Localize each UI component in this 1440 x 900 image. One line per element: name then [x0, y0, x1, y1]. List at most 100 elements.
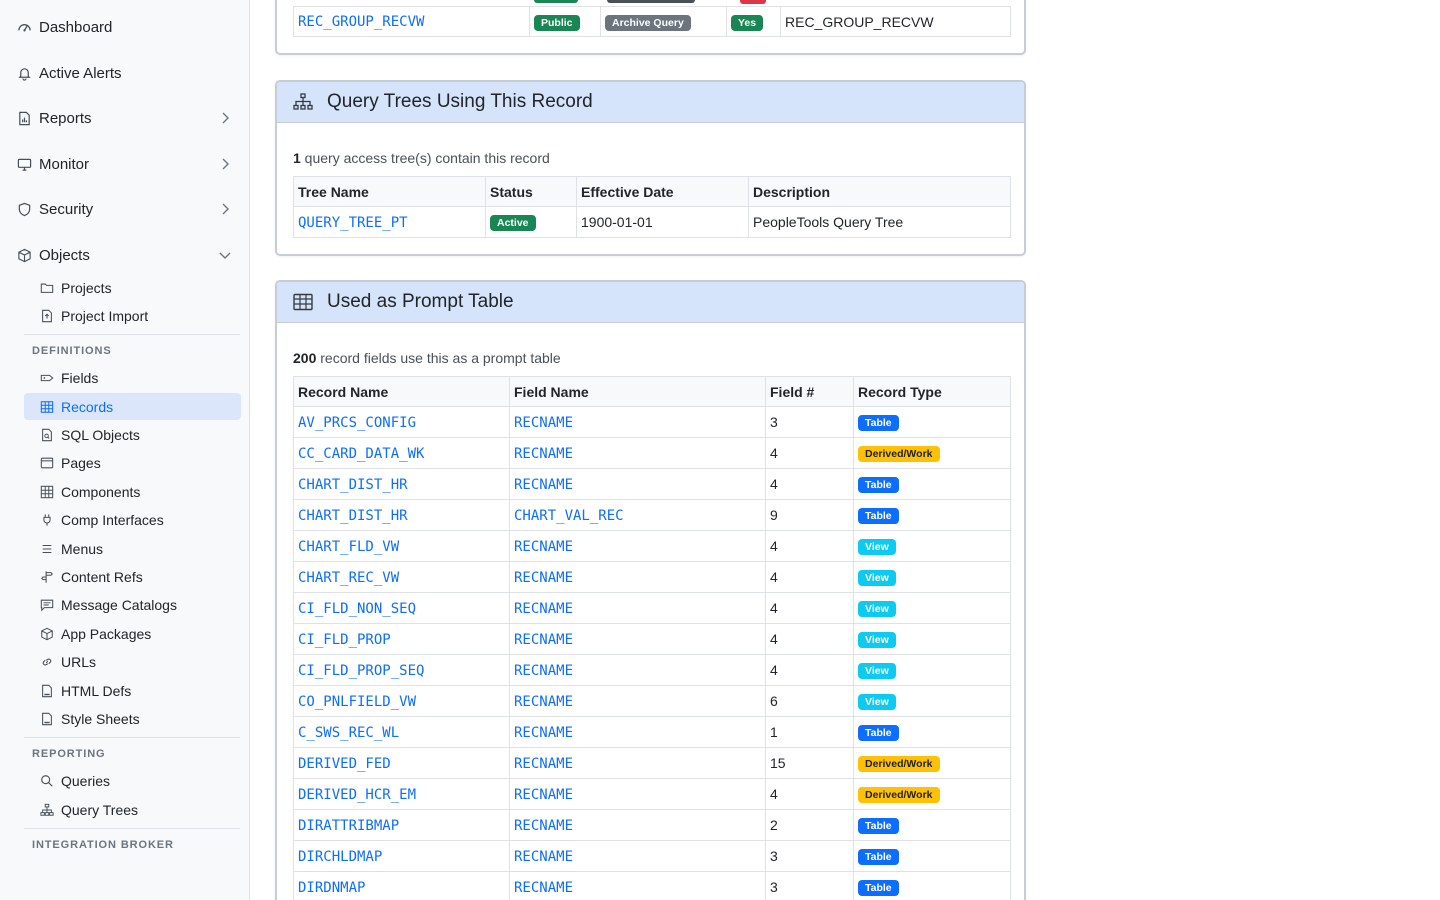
folder-icon [39, 280, 54, 295]
column-header[interactable]: Effective Date [576, 176, 749, 207]
column-header[interactable]: Record Type [853, 376, 1011, 407]
record-type-badge: View [858, 694, 896, 710]
field-name-link[interactable]: RECNAME [514, 787, 573, 803]
sidebar-item-html-defs[interactable]: HTML Defs [24, 677, 241, 704]
column-header[interactable]: Record Name [293, 376, 510, 407]
sidebar-item-dashboard[interactable]: Dashboard [0, 12, 249, 42]
record-name-link[interactable]: AV_PRCS_CONFIG [298, 415, 416, 431]
description-cell: PeopleTools Query Tree [748, 206, 1011, 238]
field-name-link[interactable]: RECNAME [514, 632, 573, 648]
field-name-link[interactable]: RECNAME [514, 725, 573, 741]
sidebar-item-projects[interactable]: Projects [24, 274, 241, 301]
record-name-link[interactable]: CC_CARD_DATA_WK [298, 446, 424, 462]
report-icon [16, 110, 32, 126]
field-name-link[interactable]: RECNAME [514, 446, 573, 462]
field-name-link[interactable]: RECNAME [514, 477, 573, 493]
field-name-link[interactable]: CHART_VAL_REC [514, 508, 624, 524]
field-name-link[interactable]: RECNAME [514, 601, 573, 617]
field-name-link[interactable]: RECNAME [514, 539, 573, 555]
record-name-link[interactable]: CHART_DIST_HR [298, 508, 408, 524]
record-name-link[interactable]: CHART_REC_VW [298, 570, 399, 586]
table-row: DERIVED_FED RECNAME 15 Derived/Work [293, 747, 1011, 779]
record-name-link[interactable]: CO_PNLFIELD_VW [298, 694, 416, 710]
column-header[interactable]: Field # [765, 376, 854, 407]
sidebar-item-menus[interactable]: Menus [24, 535, 241, 562]
sidebar-item-app-packages[interactable]: App Packages [24, 620, 241, 647]
record-link[interactable]: REC_GROUP_RECVW [298, 14, 424, 30]
field-number: 4 [765, 654, 854, 686]
signpost-icon [39, 569, 54, 584]
sidebar-item-content-refs[interactable]: Content Refs [24, 563, 241, 590]
record-name-link[interactable]: C_SWS_REC_WL [298, 725, 399, 741]
field-name-link[interactable]: RECNAME [514, 663, 573, 679]
status-badge-fragment [607, 0, 695, 3]
sidebar-item-sql-objects[interactable]: SQL Objects [24, 421, 241, 448]
table-row: DERIVED_HCR_EM RECNAME 4 Derived/Work [293, 778, 1011, 810]
sidebar-item-label: Queries [61, 772, 111, 789]
record-type-badge: Table [858, 477, 899, 493]
record-name-link[interactable]: DERIVED_HCR_EM [298, 787, 416, 803]
status-badge-fragment [534, 0, 578, 3]
chevron-right-icon [219, 111, 231, 125]
record-type-badge: View [858, 632, 896, 648]
sidebar-item-fields[interactable]: Fields [24, 364, 241, 391]
sidebar-item-label: Components [61, 483, 141, 500]
sidebar-item-style-sheets[interactable]: Style Sheets [24, 705, 241, 732]
record-name-link[interactable]: DIRCHLDMAP [298, 849, 382, 865]
sidebar-item-urls[interactable]: URLs [24, 648, 241, 675]
field-name-link[interactable]: RECNAME [514, 570, 573, 586]
sidebar-item-security[interactable]: Security [0, 194, 249, 224]
sidebar-item-label: Projects [61, 279, 112, 296]
table-icon [39, 399, 54, 414]
field-number: 4 [765, 437, 854, 469]
field-name-link[interactable]: RECNAME [514, 415, 573, 431]
sidebar-item-project-import[interactable]: Project Import [24, 302, 241, 329]
sidebar-item-queries[interactable]: Queries [24, 767, 241, 794]
column-header[interactable]: Status [485, 176, 577, 207]
record-name-link[interactable]: DERIVED_FED [298, 756, 391, 772]
record-name-link[interactable]: CHART_DIST_HR [298, 477, 408, 493]
sidebar-item-active-alerts[interactable]: Active Alerts [0, 58, 249, 88]
sidebar-item-components[interactable]: Components [24, 478, 241, 505]
column-header[interactable]: Field Name [509, 376, 766, 407]
sidebar-item-comp-interfaces[interactable]: Comp Interfaces [24, 506, 241, 533]
field-number: 2 [765, 809, 854, 841]
field-name-link[interactable]: RECNAME [514, 880, 573, 896]
status-badge: Public [534, 14, 580, 31]
field-name-link[interactable]: RECNAME [514, 756, 573, 772]
sidebar-item-label: Menus [61, 540, 104, 557]
field-number: 4 [765, 561, 854, 593]
sidebar-item-records[interactable]: Records [24, 393, 241, 420]
field-name-link[interactable]: RECNAME [514, 694, 573, 710]
section-header-reporting: REPORTING [32, 748, 106, 760]
sidebar-item-label: Active Alerts [39, 64, 122, 82]
record-name-link[interactable]: DIRDNMAP [298, 880, 365, 896]
record-type-badge: Table [858, 508, 899, 524]
sidebar-divider [24, 828, 240, 829]
search-icon [39, 773, 54, 788]
sidebar-item-pages[interactable]: Pages [24, 449, 241, 476]
record-name-link[interactable]: CHART_FLD_VW [298, 539, 399, 555]
tree-icon [39, 802, 54, 817]
sidebar-item-reports[interactable]: Reports [0, 103, 249, 133]
column-header[interactable]: Tree Name [293, 176, 486, 207]
record-name-link[interactable]: CI_FLD_PROP [298, 632, 391, 648]
sidebar-item-message-catalogs[interactable]: Message Catalogs [24, 591, 241, 618]
column-header[interactable]: Description [748, 176, 1011, 207]
sidebar-item-query-trees[interactable]: Query Trees [24, 796, 241, 823]
sidebar-item-objects[interactable]: Objects [0, 240, 249, 270]
record-name-link[interactable]: CI_FLD_NON_SEQ [298, 601, 416, 617]
record-name-link[interactable]: DIRATTRIBMAP [298, 818, 399, 834]
record-type-badge: View [858, 601, 896, 617]
tree-name-link[interactable]: QUERY_TREE_PT [298, 215, 408, 231]
field-name-link[interactable]: RECNAME [514, 849, 573, 865]
sidebar-item-label: Security [39, 200, 94, 218]
sidebar-item-monitor[interactable]: Monitor [0, 149, 249, 179]
sidebar-item-label: SQL Objects [61, 426, 140, 443]
field-number: 3 [765, 871, 854, 900]
field-name-link[interactable]: RECNAME [514, 818, 573, 834]
record-name-link[interactable]: CI_FLD_PROP_SEQ [298, 663, 424, 679]
table-row: AV_PRCS_CONFIG RECNAME 3 Table [293, 406, 1011, 438]
table-header-row: Record Name Field Name Field # Record Ty… [293, 376, 1011, 407]
sidebar-item-label: URLs [61, 653, 97, 670]
